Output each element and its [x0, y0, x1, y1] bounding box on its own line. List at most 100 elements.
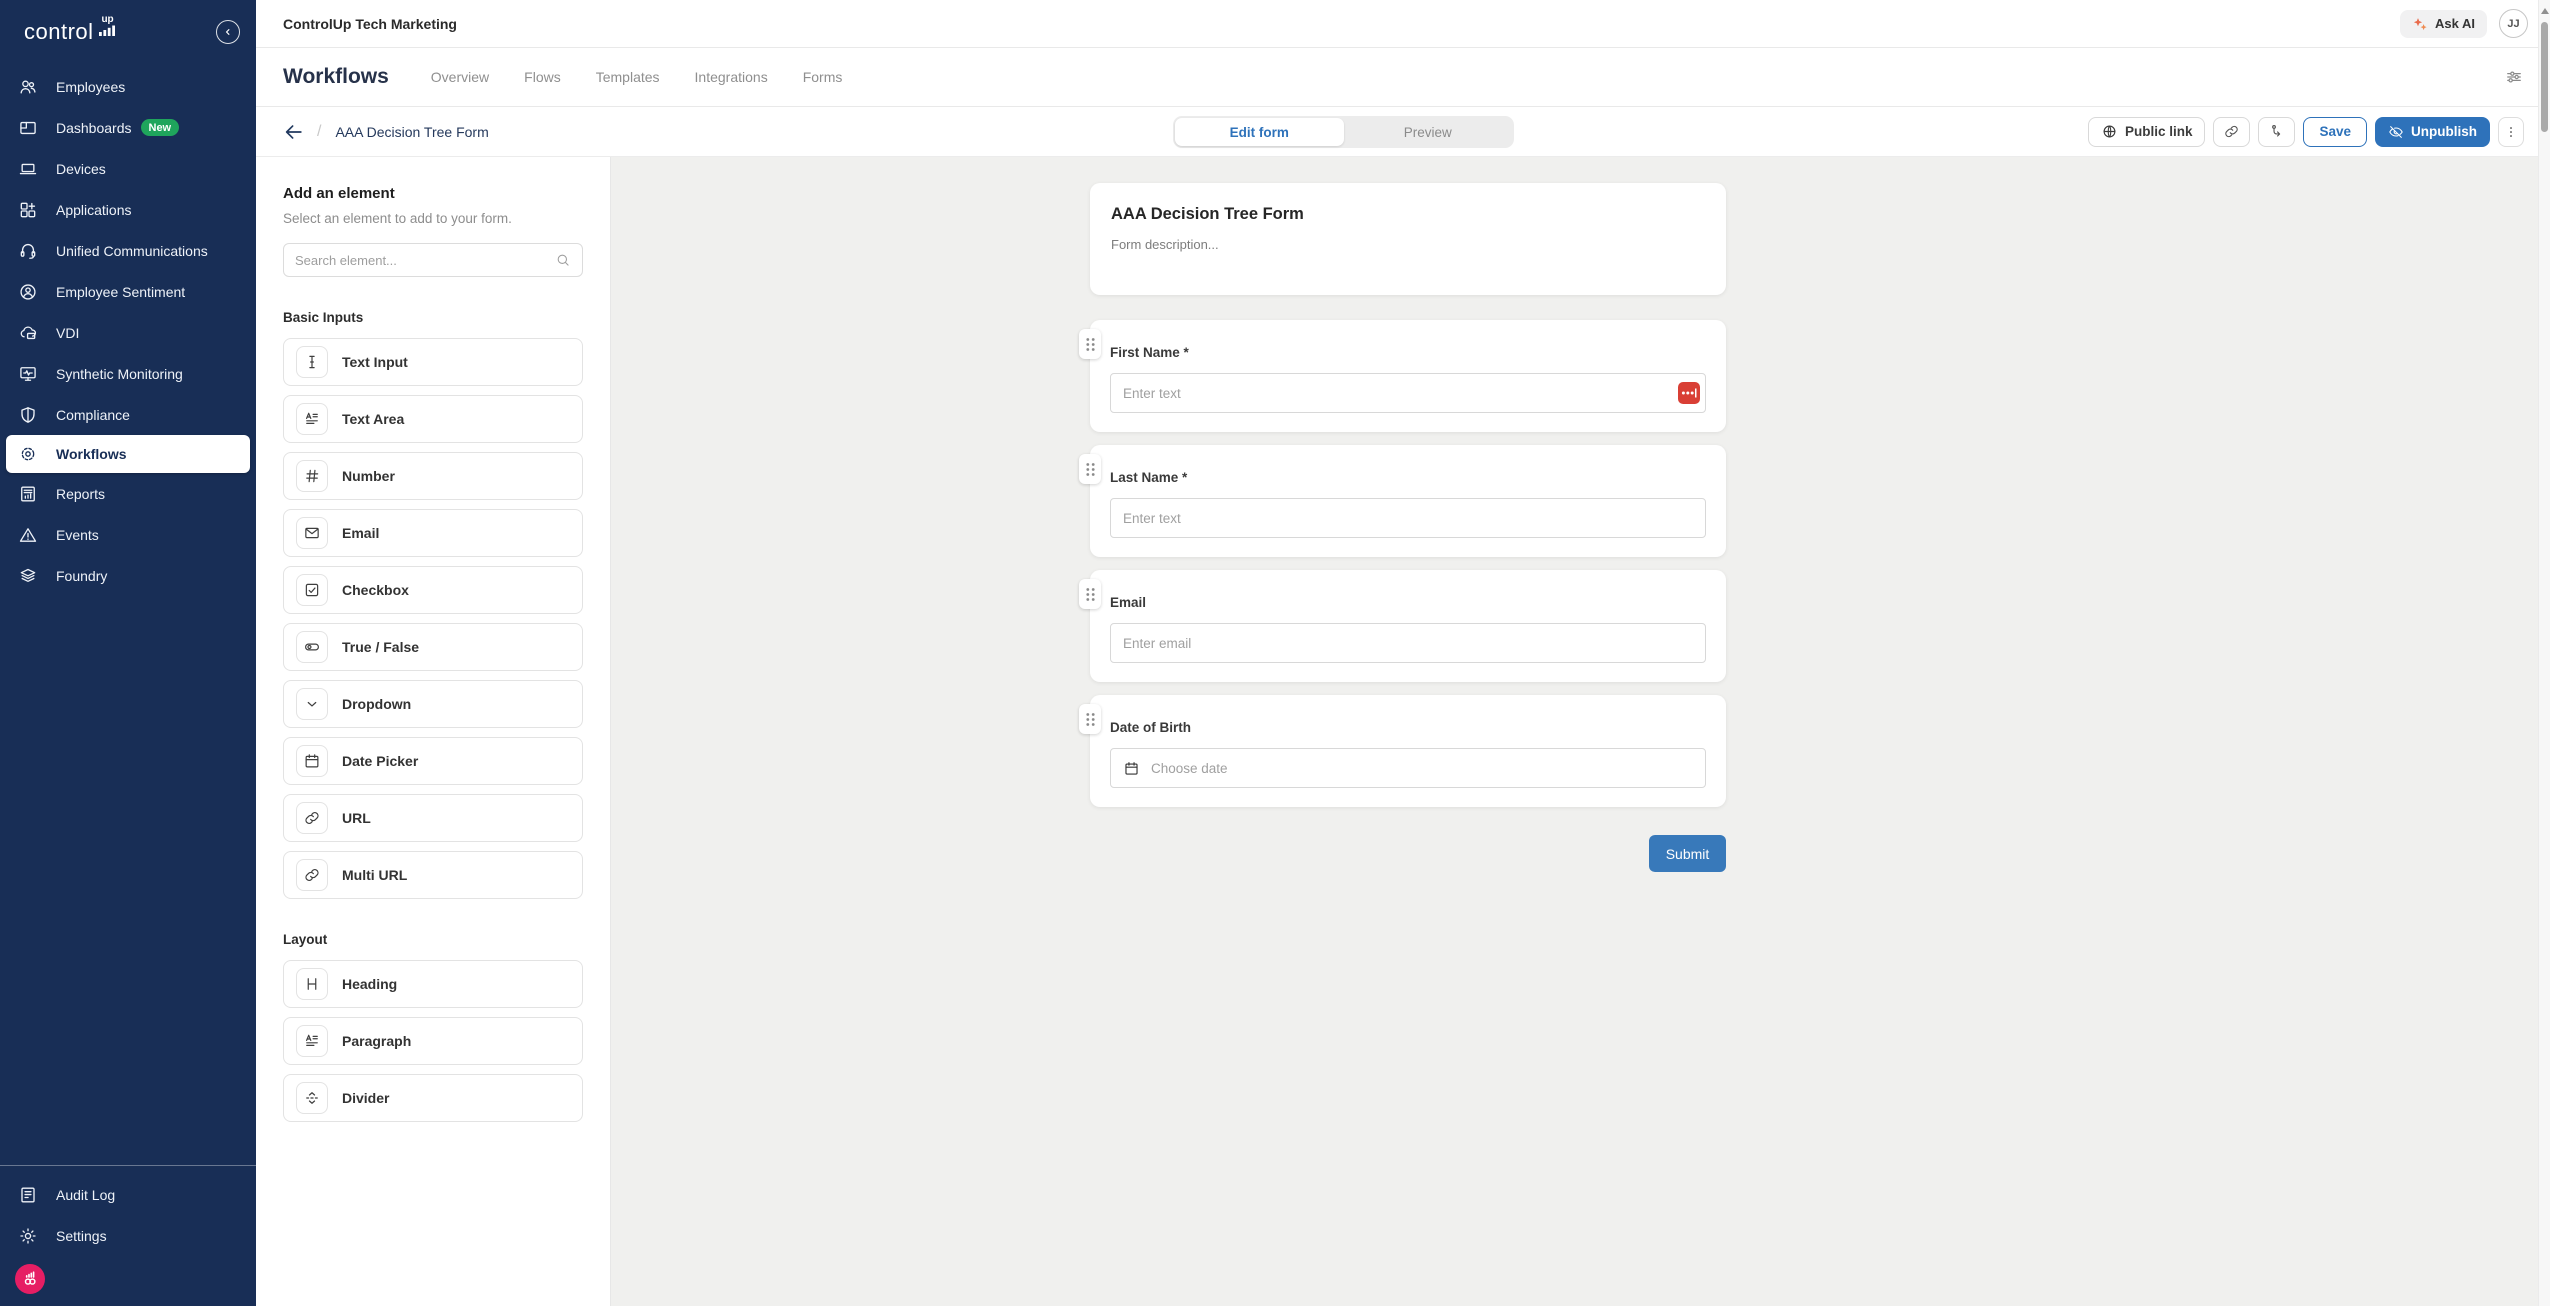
last-name-input[interactable]: Enter text: [1110, 498, 1706, 538]
sidebar-item-workflows[interactable]: Workflows: [6, 435, 250, 473]
element-item-checkbox[interactable]: Checkbox: [283, 566, 583, 614]
element-item-true-false[interactable]: True / False: [283, 623, 583, 671]
element-item-date-picker[interactable]: Date Picker: [283, 737, 583, 785]
form-column: AAA Decision Tree Form Form description.…: [1090, 183, 1726, 872]
submit-row: Submit: [1090, 835, 1726, 872]
drag-handle[interactable]: [1079, 579, 1101, 609]
sidebar-item-dashboards[interactable]: DashboardsNew: [0, 107, 256, 148]
sidebar-item-devices[interactable]: Devices: [0, 148, 256, 189]
form-header-card[interactable]: AAA Decision Tree Form Form description.…: [1090, 183, 1726, 295]
element-item-url[interactable]: URL: [283, 794, 583, 842]
compliance-icon: [18, 405, 38, 425]
element-item-paragraph[interactable]: Paragraph: [283, 1017, 583, 1065]
mode-toggle: Edit form Preview: [1173, 116, 1514, 148]
drag-handle[interactable]: [1079, 704, 1101, 734]
sidebar-item-foundry[interactable]: Foundry: [0, 555, 256, 596]
dex-logo[interactable]: [15, 1264, 45, 1294]
unified-communications-icon: [18, 241, 38, 261]
sidebar-collapse-button[interactable]: [216, 20, 240, 44]
copy-link-button[interactable]: [2213, 117, 2250, 147]
sidebar-item-events[interactable]: Events: [0, 514, 256, 555]
form-field-first-name[interactable]: First Name *Enter text: [1090, 320, 1726, 432]
section-title-layout: Layout: [283, 932, 583, 947]
user-avatar[interactable]: JJ: [2499, 9, 2528, 38]
drag-handle[interactable]: [1079, 329, 1101, 359]
tab-templates[interactable]: Templates: [596, 69, 660, 85]
sidebar-item-employee-sentiment[interactable]: Employee Sentiment: [0, 271, 256, 312]
events-icon: [18, 525, 38, 545]
element-search-input[interactable]: [295, 253, 555, 268]
unpublish-button[interactable]: Unpublish: [2375, 117, 2490, 147]
back-button[interactable]: [283, 121, 305, 143]
globe-icon: [2101, 123, 2118, 140]
filter-sliders-icon[interactable]: [2504, 67, 2524, 87]
sidebar-item-label: Workflows: [56, 446, 127, 462]
submit-button[interactable]: Submit: [1649, 835, 1726, 872]
controlup-logo: control up: [24, 19, 117, 45]
first-name-input[interactable]: Enter text: [1110, 373, 1706, 413]
scrollbar-up-arrow[interactable]: [2541, 8, 2549, 14]
element-item-dropdown[interactable]: Dropdown: [283, 680, 583, 728]
element-item-email[interactable]: Email: [283, 509, 583, 557]
date-picker-icon: [296, 745, 328, 777]
form-canvas: AAA Decision Tree Form Form description.…: [611, 157, 2550, 1306]
sidebar-item-vdi[interactable]: VDI: [0, 312, 256, 353]
settings-icon: [18, 1226, 38, 1246]
sidebar-item-unified-communications[interactable]: Unified Communications: [0, 230, 256, 271]
sidebar-item-synthetic-monitoring[interactable]: Synthetic Monitoring: [0, 353, 256, 394]
scrollbar-thumb[interactable]: [2541, 22, 2548, 132]
sidebar-item-reports[interactable]: Reports: [0, 473, 256, 514]
element-search[interactable]: [283, 243, 583, 277]
topbar: ControlUp Tech Marketing Ask AI JJ: [256, 0, 2550, 48]
panel-title: Add an element: [283, 185, 583, 202]
element-item-label: Number: [342, 468, 395, 484]
logo-up-text: up: [101, 15, 113, 25]
sidebar-item-compliance[interactable]: Compliance: [0, 394, 256, 435]
reports-icon: [18, 484, 38, 504]
element-item-number[interactable]: Number: [283, 452, 583, 500]
email-input[interactable]: Enter email: [1110, 623, 1706, 663]
public-link-button[interactable]: Public link: [2088, 117, 2206, 147]
element-item-heading[interactable]: Heading: [283, 960, 583, 1008]
tab-forms[interactable]: Forms: [803, 69, 843, 85]
sidebar-item-audit-log[interactable]: Audit Log: [0, 1174, 256, 1215]
form-toolbar: / AAA Decision Tree Form Edit form Previ…: [256, 107, 2550, 157]
sidebar-item-label: Applications: [56, 202, 132, 218]
element-item-text-area[interactable]: Text Area: [283, 395, 583, 443]
sidebar-item-label: Events: [56, 527, 99, 543]
eye-off-icon: [2388, 124, 2404, 140]
form-field-email[interactable]: EmailEnter email: [1090, 570, 1726, 682]
number-icon: [296, 460, 328, 492]
tab-overview[interactable]: Overview: [431, 69, 489, 85]
url-icon: [296, 802, 328, 834]
page-scrollbar[interactable]: [2538, 0, 2550, 1306]
flow-button[interactable]: [2258, 117, 2295, 147]
drag-handle[interactable]: [1079, 454, 1101, 484]
element-item-multi-url[interactable]: Multi URL: [283, 851, 583, 899]
logo-text: control: [24, 19, 94, 45]
sidebar-item-settings[interactable]: Settings: [0, 1215, 256, 1256]
ask-ai-button[interactable]: Ask AI: [2400, 10, 2487, 38]
element-item-label: URL: [342, 810, 371, 826]
form-field-last-name[interactable]: Last Name *Enter text: [1090, 445, 1726, 557]
sidebar-divider: [0, 1165, 256, 1166]
workflows-icon: [18, 444, 38, 464]
element-item-divider[interactable]: Divider: [283, 1074, 583, 1122]
checkbox-icon: [296, 574, 328, 606]
tab-integrations[interactable]: Integrations: [695, 69, 768, 85]
app-root: control up EmployeesDashboardsNewDevices…: [0, 0, 2550, 1306]
element-item-label: Divider: [342, 1090, 389, 1106]
sidebar-item-applications[interactable]: Applications: [0, 189, 256, 230]
element-item-text-input[interactable]: Text Input: [283, 338, 583, 386]
sidebar-item-employees[interactable]: Employees: [0, 66, 256, 107]
date-of-birth-input[interactable]: Choose date: [1110, 748, 1706, 788]
preview-segment[interactable]: Preview: [1344, 118, 1513, 146]
edit-form-segment[interactable]: Edit form: [1175, 118, 1344, 146]
kebab-icon: [2503, 124, 2519, 140]
more-options-button[interactable]: [2498, 117, 2524, 147]
tab-flows[interactable]: Flows: [524, 69, 561, 85]
content: Add an element Select an element to add …: [256, 157, 2550, 1306]
grammarly-extension-icon[interactable]: [1678, 382, 1700, 404]
form-field-date-of-birth[interactable]: Date of BirthChoose date: [1090, 695, 1726, 807]
save-button[interactable]: Save: [2303, 117, 2367, 147]
